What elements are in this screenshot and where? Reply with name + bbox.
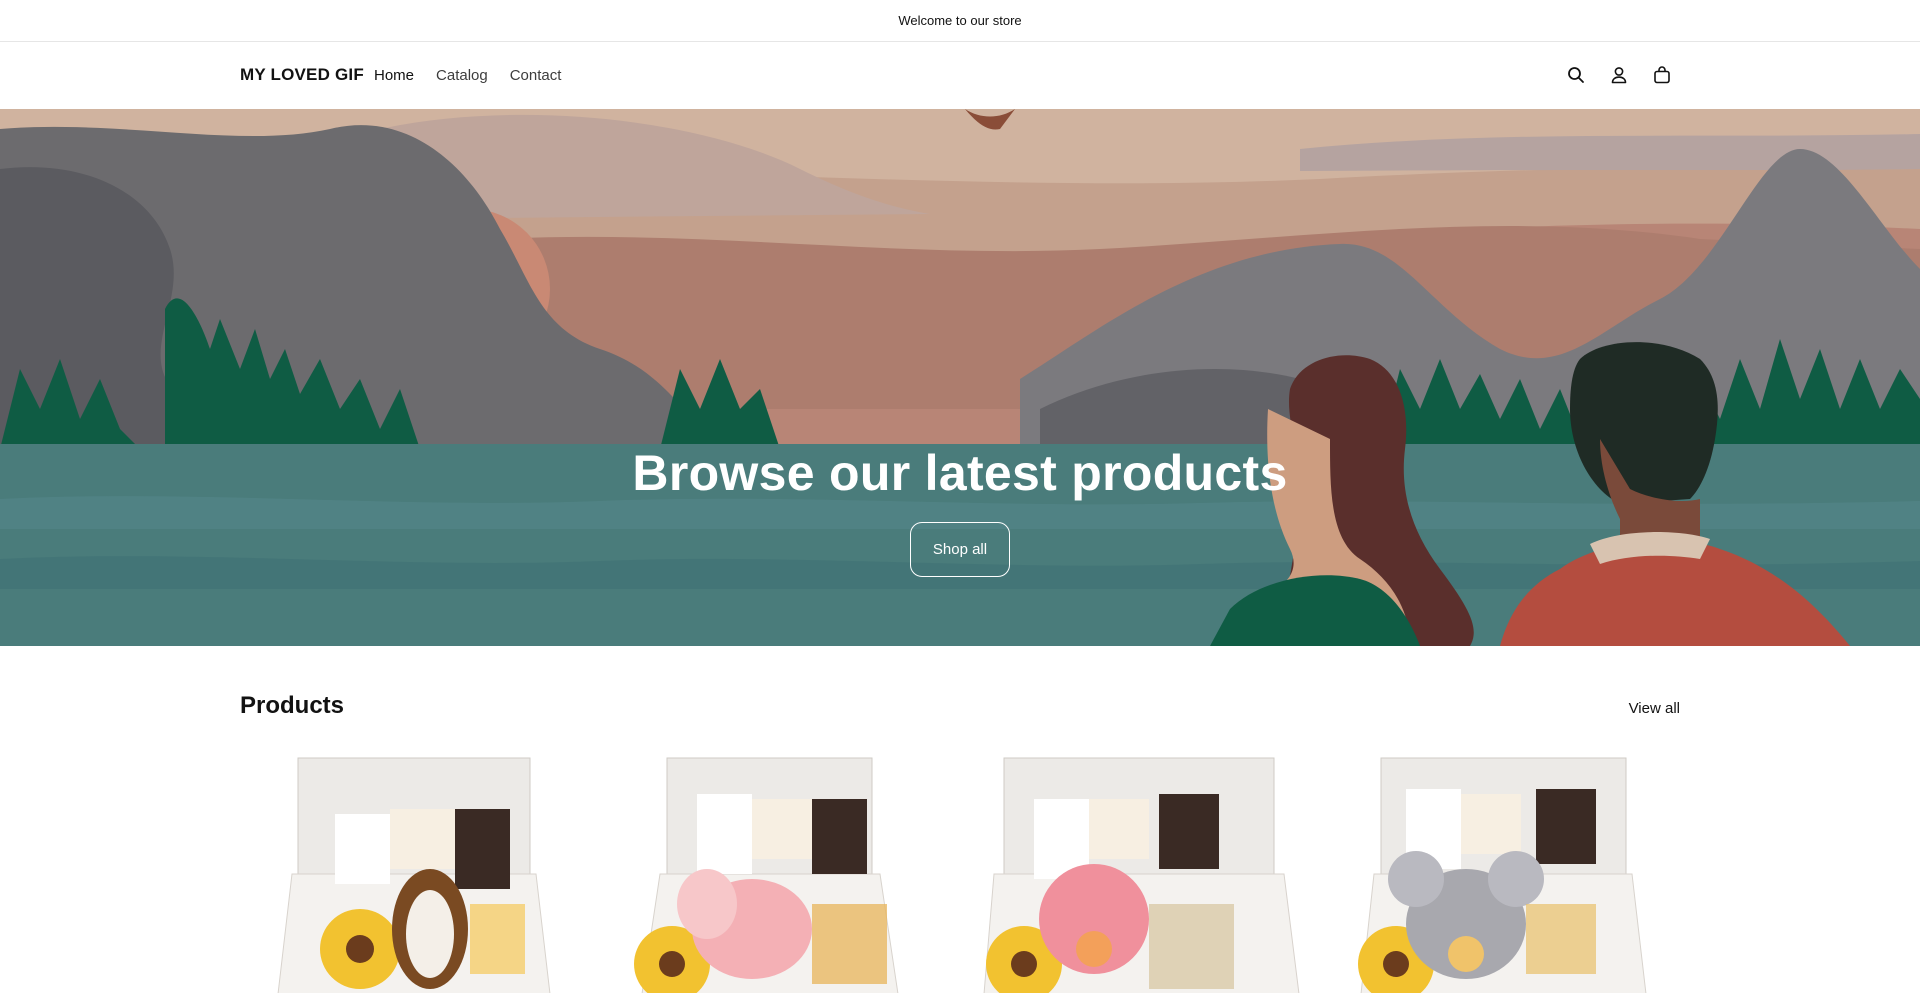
- hero-content: Browse our latest products Shop all: [0, 444, 1920, 577]
- product-card[interactable]: [240, 754, 590, 993]
- product-image: [1326, 754, 1676, 993]
- header-icons: [1566, 65, 1672, 85]
- view-all-link[interactable]: View all: [1629, 700, 1680, 717]
- search-icon[interactable]: [1566, 65, 1586, 85]
- shop-all-button[interactable]: Shop all: [910, 522, 1010, 577]
- product-image: [240, 754, 590, 993]
- product-card[interactable]: [964, 754, 1314, 993]
- hero-title: Browse our latest products: [632, 445, 1288, 501]
- main-nav: Home Catalog Contact: [374, 67, 583, 84]
- nav-catalog[interactable]: Catalog: [436, 67, 488, 84]
- featured-products: Products View all: [0, 646, 1920, 993]
- site-header: MY LOVED GIF Home Catalog Contact: [0, 43, 1920, 109]
- products-heading: Products: [240, 692, 345, 719]
- hero-banner: Browse our latest products Shop all: [0, 109, 1920, 646]
- product-card[interactable]: [602, 754, 952, 993]
- cart-icon[interactable]: [1652, 65, 1672, 85]
- account-icon[interactable]: [1609, 65, 1629, 85]
- nav-contact[interactable]: Contact: [510, 67, 562, 84]
- nav-home[interactable]: Home: [374, 67, 414, 84]
- announcement-text: Welcome to our store: [898, 13, 1022, 28]
- product-image: [602, 754, 952, 993]
- product-grid: [240, 754, 1680, 993]
- store-logo[interactable]: MY LOVED GIF: [240, 65, 364, 85]
- product-card[interactable]: [1326, 754, 1676, 993]
- announcement-bar: Welcome to our store: [0, 0, 1920, 42]
- product-image: [964, 754, 1314, 993]
